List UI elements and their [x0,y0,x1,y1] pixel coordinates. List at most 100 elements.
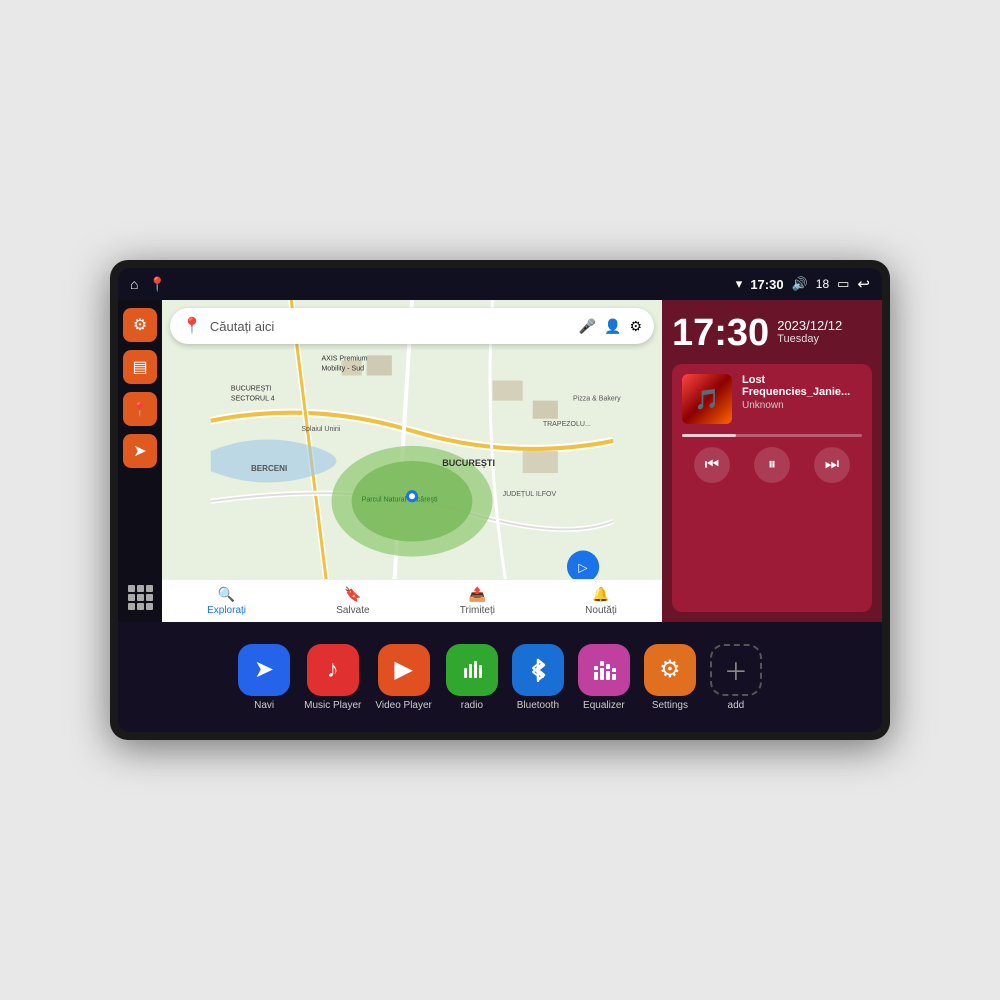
add-label: add [728,700,745,711]
apps-grid-btn[interactable] [123,580,157,614]
status-right: ▾ 17:30 🔊 18 ▭ ↩ [736,275,870,293]
navi-icon: ➤ [238,644,290,696]
svg-text:BUCUREȘTI: BUCUREȘTI [231,386,272,393]
sidebar-map-btn[interactable]: 📍 [123,392,157,426]
app-equalizer[interactable]: Equalizer [578,644,630,711]
status-bar: ⌂ 📍 ▾ 17:30 🔊 18 ▭ ↩ [118,268,882,300]
bottom-dock: ➤ Navi ♪ Music Player ▶ Video Player [118,622,882,732]
sidebar-settings-btn[interactable]: ⚙ [123,308,157,342]
app-add[interactable]: ＋ add [710,644,762,711]
svg-text:TRAPEZOLU...: TRAPEZOLU... [543,421,591,428]
map-search-actions: 🎤 👤 ⚙ [579,318,642,335]
app-video-player[interactable]: ▶ Video Player [375,644,432,711]
status-left: ⌂ 📍 [130,276,166,293]
music-text: Lost Frequencies_Janie... Unknown [742,374,862,411]
sidebar-folder-btn[interactable]: ▤ [123,350,157,384]
radio-icon [446,644,498,696]
settings-app-icon: ⚙ [644,644,696,696]
svg-text:Parcul Natural Văcărești: Parcul Natural Văcărești [362,496,438,503]
dock-apps: ➤ Navi ♪ Music Player ▶ Video Player [238,644,762,711]
map-nav-news[interactable]: 🔔 Noutăți [585,586,617,616]
pause-icon: ⏸ [768,456,776,474]
folder-icon: ▤ [132,357,147,377]
map-search-text: Căutați aici [210,319,571,334]
news-icon: 🔔 [592,586,609,603]
svg-text:BERCENI: BERCENI [251,464,287,473]
battery-level: 18 [816,277,829,291]
map-search-bar[interactable]: 📍 Căutați aici 🎤 👤 ⚙ [170,308,654,344]
music-progress-fill [682,434,736,437]
svg-text:BUCUREȘTI: BUCUREȘTI [442,458,495,468]
music-progress-bar[interactable] [682,434,862,437]
map-container[interactable]: BERCENI BUCUREȘTI SECTORUL 4 BUCUREȘTI J… [162,300,662,622]
map-bottom-nav: 🔍 Explorați 🔖 Salvate 📤 Trimiteți 🔔 Nout… [162,579,662,622]
svg-text:AXIS Premium: AXIS Premium [321,355,367,362]
svg-text:Mobility - Sud: Mobility - Sud [321,365,364,372]
add-icon: ＋ [710,644,762,696]
bluetooth-icon [512,644,564,696]
send-label: Trimiteți [460,605,495,616]
clock-date-year: 2023/12/12 [777,318,842,333]
album-art: 🎵 [682,374,732,424]
music-next-btn[interactable]: ⏭ [814,447,850,483]
music-controls: ⏮ ⏸ ⏭ [682,447,862,483]
app-music-player[interactable]: ♪ Music Player [304,644,361,711]
svg-text:JUDEȚUL ILFOV: JUDEȚUL ILFOV [503,491,557,498]
video-label: Video Player [375,700,432,711]
music-label: Music Player [304,700,361,711]
prev-icon: ⏮ [705,456,719,474]
radio-label: radio [461,700,483,711]
app-radio[interactable]: radio [446,644,498,711]
right-panel: 17:30 2023/12/12 Tuesday 🎵 Lost Frequenc… [662,300,882,622]
battery-icon: ▭ [837,276,849,292]
map-nav-explore[interactable]: 🔍 Explorați [207,586,246,616]
maps-icon[interactable]: 📍 [148,276,165,293]
device-screen: ⌂ 📍 ▾ 17:30 🔊 18 ▭ ↩ ⚙ ▤ [118,268,882,732]
svg-text:Splaiul Unirii: Splaiul Unirii [301,426,341,433]
wifi-icon: ▾ [736,276,743,292]
svg-text:▷: ▷ [578,561,588,575]
sidebar: ⚙ ▤ 📍 ➤ [118,300,162,622]
map-nav-saved[interactable]: 🔖 Salvate [336,586,369,616]
maps-logo-icon: 📍 [182,316,202,336]
sidebar-nav-btn[interactable]: ➤ [123,434,157,468]
clock-display: 17:30 [672,314,769,352]
back-icon[interactable]: ↩ [857,275,870,293]
app-bluetooth[interactable]: Bluetooth [512,644,564,711]
equalizer-label: Equalizer [583,700,625,711]
mic-icon[interactable]: 🎤 [579,318,596,335]
album-art-image: 🎵 [682,374,732,424]
clock-date: 2023/12/12 Tuesday [777,314,842,345]
device-frame: ⌂ 📍 ▾ 17:30 🔊 18 ▭ ↩ ⚙ ▤ [110,260,890,740]
clock-widget: 17:30 2023/12/12 Tuesday [672,310,872,356]
svg-text:SECTORUL 4: SECTORUL 4 [231,396,275,403]
music-icon: ♪ [307,644,359,696]
account-icon[interactable]: 👤 [604,318,621,335]
app-navi[interactable]: ➤ Navi [238,644,290,711]
music-info: 🎵 Lost Frequencies_Janie... Unknown [682,374,862,424]
music-artist: Unknown [742,400,862,411]
svg-text:Pizza & Bakery: Pizza & Bakery [573,396,621,403]
app-settings[interactable]: ⚙ Settings [644,644,696,711]
settings-icon: ⚙ [133,315,147,335]
equalizer-icon [578,644,630,696]
nav-arrow-icon: ➤ [133,441,146,461]
explore-icon: 🔍 [218,586,235,603]
map-pin-icon: 📍 [131,401,148,418]
saved-icon: 🔖 [344,586,361,603]
navi-label: Navi [254,700,274,711]
music-widget: 🎵 Lost Frequencies_Janie... Unknown ⏮ [672,364,872,612]
music-prev-btn[interactable]: ⏮ [694,447,730,483]
main-content: ⚙ ▤ 📍 ➤ [118,300,882,622]
settings-label: Settings [652,700,688,711]
video-icon: ▶ [378,644,430,696]
clock-status: 17:30 [750,277,783,292]
music-title: Lost Frequencies_Janie... [742,374,862,398]
map-settings-icon[interactable]: ⚙ [629,318,642,335]
map-nav-send[interactable]: 📤 Trimiteți [460,586,495,616]
send-icon: 📤 [469,586,486,603]
bluetooth-label: Bluetooth [517,700,559,711]
music-pause-btn[interactable]: ⏸ [754,447,790,483]
explore-label: Explorați [207,605,246,616]
home-icon[interactable]: ⌂ [130,276,138,292]
